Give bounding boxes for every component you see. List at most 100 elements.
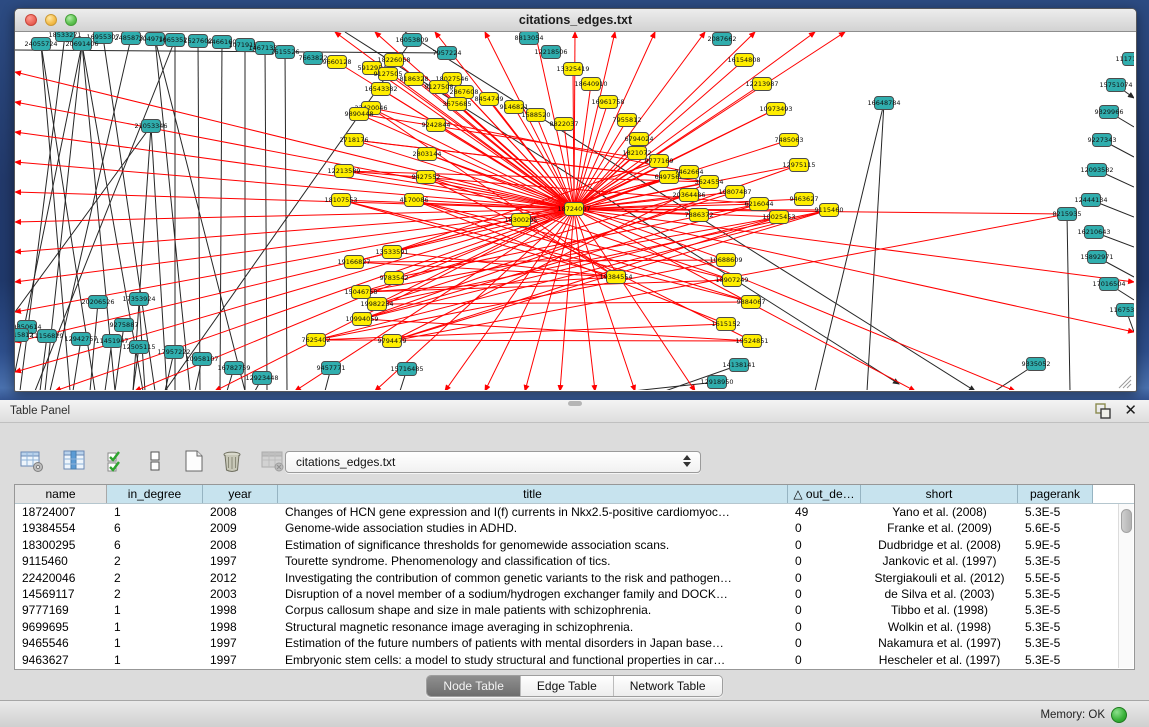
graph-node[interactable]: 7485063 bbox=[775, 134, 804, 147]
graph-node[interactable]: 15716485 bbox=[390, 363, 423, 376]
graph-node[interactable]: 19166827 bbox=[337, 256, 370, 269]
table-row[interactable]: 1456911722003Disruption of a novel membe… bbox=[15, 586, 1134, 602]
float-panel-icon[interactable] bbox=[1094, 403, 1112, 419]
network-graph[interactable]: 24055724 18533271 16955307 20691406 2485… bbox=[15, 32, 1134, 390]
graph-node[interactable]: 16782759 bbox=[217, 362, 250, 375]
graph-node[interactable]: 2087662 bbox=[708, 33, 737, 46]
zoom-window-button[interactable] bbox=[65, 14, 77, 26]
close-panel-icon[interactable]: ✕ bbox=[1124, 403, 1137, 419]
graph-node[interactable]: 3675685 bbox=[443, 98, 472, 111]
table-row[interactable]: 1938455462009Genome-wide association stu… bbox=[15, 520, 1134, 536]
graph-node[interactable]: 18907249 bbox=[715, 274, 748, 287]
graph-node[interactable]: 18107553 bbox=[324, 194, 357, 207]
select-rows-icon[interactable] bbox=[106, 449, 126, 473]
graph-node[interactable]: 16961758 bbox=[591, 96, 624, 109]
graph-node[interactable]: 16154808 bbox=[727, 54, 760, 67]
graph-node[interactable]: 15046758 bbox=[344, 286, 377, 299]
graph-node[interactable]: 9457771 bbox=[317, 362, 346, 375]
graph-node[interactable]: 19982234 bbox=[360, 298, 393, 311]
graph-node[interactable]: 9115460 bbox=[815, 204, 844, 217]
graph-node[interactable]: 9884067 bbox=[737, 296, 766, 309]
scrollbar-thumb[interactable] bbox=[1121, 509, 1132, 533]
row-format-icon[interactable] bbox=[148, 449, 162, 473]
window-titlebar[interactable]: citations_edges.txt bbox=[15, 9, 1136, 32]
graph-node[interactable]: 9275887 bbox=[110, 319, 139, 332]
graph-node[interactable]: 8215935 bbox=[1053, 208, 1082, 221]
graph-node[interactable]: 12942757 bbox=[64, 333, 97, 346]
memory-status-indicator[interactable] bbox=[1111, 707, 1127, 723]
graph-node[interactable]: 2718176 bbox=[340, 134, 369, 147]
graph-node[interactable]: 9783542 bbox=[380, 272, 409, 285]
graph-node[interactable]: 20206526 bbox=[81, 296, 114, 309]
canvas-resize-grip[interactable] bbox=[1119, 376, 1131, 388]
close-window-button[interactable] bbox=[25, 14, 37, 26]
column-header-title[interactable]: title bbox=[278, 485, 788, 503]
graph-node[interactable]: 16648784 bbox=[867, 97, 900, 110]
graph-node[interactable]: 2803144 bbox=[413, 148, 442, 161]
graph-node[interactable]: 11675318 bbox=[1109, 304, 1134, 317]
graph-node[interactable]: 7515526 bbox=[271, 46, 300, 59]
graph-node[interactable]: 12918950 bbox=[700, 376, 733, 389]
column-header-out_degree[interactable]: △ out_de… bbox=[788, 485, 861, 503]
graph-node[interactable]: 17016504 bbox=[1092, 278, 1125, 291]
graph-node[interactable]: 10807487 bbox=[718, 186, 751, 199]
graph-node[interactable]: 1615152 bbox=[712, 318, 741, 331]
delete-table-icon[interactable] bbox=[220, 449, 244, 473]
graph-node[interactable]: 13325419 bbox=[556, 63, 589, 76]
graph-node[interactable]: 19524851 bbox=[735, 335, 768, 348]
graph-node[interactable]: 11171952 bbox=[1115, 53, 1134, 66]
graph-node[interactable]: 16053809 bbox=[395, 34, 428, 47]
graph-node[interactable]: 9777169 bbox=[645, 155, 674, 168]
graph-node[interactable]: 10688609 bbox=[709, 254, 742, 267]
graph-node[interactable]: 9463627 bbox=[790, 193, 819, 206]
show-column-icon[interactable] bbox=[62, 449, 88, 473]
graph-node[interactable]: 12923448 bbox=[245, 372, 278, 385]
graph-node[interactable]: 15892971 bbox=[1080, 251, 1113, 264]
table-row[interactable]: 946362711997Embryonic stem cells: a mode… bbox=[15, 652, 1134, 668]
graph-node[interactable]: 20691406 bbox=[65, 38, 98, 51]
graph-node[interactable]: 9329966 bbox=[1095, 106, 1124, 119]
table-row[interactable]: 911546021997Tourette syndrome. Phenomeno… bbox=[15, 553, 1134, 569]
column-header-short[interactable]: short bbox=[861, 485, 1018, 503]
new-table-icon[interactable] bbox=[182, 449, 206, 473]
table-row[interactable]: 1830029562008Estimation of significance … bbox=[15, 537, 1134, 553]
splitter-handle[interactable] bbox=[568, 401, 582, 406]
graph-node[interactable]: 1588520 bbox=[522, 109, 551, 122]
table-row[interactable]: 2242004622012Investigating the contribut… bbox=[15, 570, 1134, 586]
graph-node[interactable]: 12218506 bbox=[534, 46, 567, 59]
network-view-window[interactable]: citations_edges.txt 24055724 18533271 16… bbox=[14, 8, 1137, 392]
graph-node[interactable]: 15751074 bbox=[1099, 79, 1132, 92]
tab-network-table[interactable]: Network Table bbox=[613, 676, 722, 696]
column-header-year[interactable]: year bbox=[203, 485, 278, 503]
graph-node[interactable]: 10958107 bbox=[185, 353, 218, 366]
minimize-window-button[interactable] bbox=[45, 14, 57, 26]
graph-node[interactable]: 7957224 bbox=[433, 47, 462, 60]
graph-node[interactable]: 10994059 bbox=[345, 313, 378, 326]
network-canvas[interactable]: 24055724 18533271 16955307 20691406 2485… bbox=[15, 32, 1134, 390]
graph-node[interactable]: 7886372 bbox=[685, 209, 714, 222]
column-header-name[interactable]: name bbox=[15, 485, 107, 503]
graph-node[interactable]: 10973493 bbox=[759, 103, 792, 116]
table-row[interactable]: 1872400712008Changes of HCN gene express… bbox=[15, 504, 1134, 520]
column-header-in_degree[interactable]: in_degree bbox=[107, 485, 203, 503]
graph-node[interactable]: 9660128 bbox=[323, 56, 352, 69]
graph-node[interactable]: 12505115 bbox=[122, 341, 155, 354]
graph-node[interactable]: 16543382 bbox=[364, 83, 397, 96]
graph-node[interactable]: 11156829 bbox=[30, 330, 63, 343]
graph-node[interactable]: 18640910 bbox=[574, 78, 607, 91]
tab-edge-table[interactable]: Edge Table bbox=[520, 676, 613, 696]
graph-node[interactable]: 13533591 bbox=[375, 246, 408, 259]
column-header-pagerank[interactable]: pagerank bbox=[1018, 485, 1093, 503]
graph-node[interactable]: 24055724 bbox=[24, 38, 57, 51]
graph-node[interactable]: 12093582 bbox=[1080, 164, 1113, 177]
table-row[interactable]: 977716911998Corpus callosum shape and si… bbox=[15, 602, 1134, 618]
table-settings-icon[interactable] bbox=[20, 449, 46, 473]
graph-node[interactable]: 8813054 bbox=[515, 32, 544, 45]
graph-node[interactable]: 6216044 bbox=[745, 198, 774, 211]
tab-node-table[interactable]: Node Table bbox=[427, 676, 520, 696]
graph-node[interactable]: 9794479 bbox=[378, 335, 407, 348]
table-row[interactable]: 946554611997Estimation of the future num… bbox=[15, 635, 1134, 651]
graph-node[interactable]: 19384554 bbox=[599, 271, 632, 284]
table-scrollbar[interactable] bbox=[1118, 504, 1133, 668]
graph-node[interactable]: 7955812 bbox=[613, 114, 642, 127]
